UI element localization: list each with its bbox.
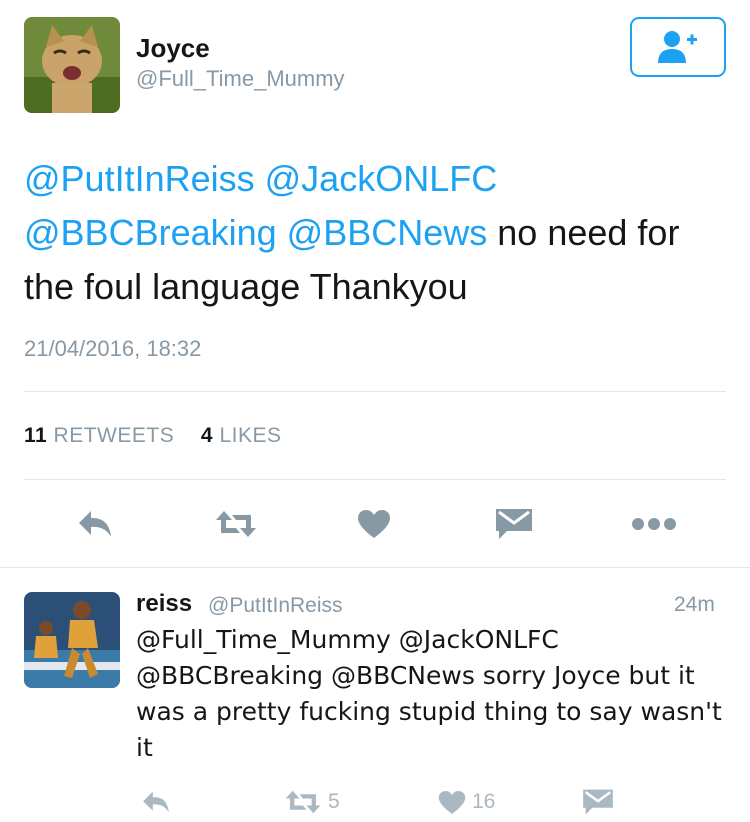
direct-message-icon [583,789,613,815]
like-icon [438,790,466,814]
reply-like-count: 16 [472,790,496,813]
author-avatar[interactable] [24,17,120,113]
reply-direct-message-button[interactable] [578,782,618,822]
direct-message-button[interactable] [492,502,536,546]
more-button[interactable] [626,502,682,546]
likes-count[interactable]: 4 [201,424,213,447]
reply-icon [79,511,111,537]
mention-link[interactable]: @BBCBreaking [24,212,277,253]
retweet-icon [216,511,256,537]
author-handle[interactable]: @Full_Time_Mummy [136,66,345,92]
reply-text: @Full_Time_Mummy @JackONLFC @BBCBreaking… [136,625,722,762]
divider [0,567,750,568]
mention-link[interactable]: @PutItInReiss [24,158,255,199]
retweet-icon [285,790,321,814]
more-icon [632,518,676,530]
divider [24,479,726,480]
reply-time: 24m [674,593,715,616]
author-display-name[interactable]: Joyce [136,33,210,64]
reply-retweet-count: 5 [328,790,340,813]
reply-retweet-button[interactable]: 5 [284,782,364,822]
reply-icon [143,791,169,813]
retweet-button[interactable] [208,502,264,546]
follow-button[interactable] [630,17,726,77]
reply-author-avatar[interactable] [24,592,120,688]
likes-label[interactable]: LIKES [219,424,281,447]
divider [24,391,726,392]
kitten-avatar-image [24,17,120,113]
reply-author-handle[interactable]: @PutItInReiss [208,594,343,618]
retweets-label[interactable]: RETWEETS [54,424,175,447]
reply-reply-button[interactable] [136,782,176,822]
reply-like-button[interactable]: 16 [438,782,518,822]
reply-button[interactable] [70,502,120,546]
add-user-icon [658,31,697,63]
tweet-timestamp: 21/04/2016, 18:32 [24,336,202,361]
direct-message-icon [496,509,532,539]
footballer-avatar-image [24,592,120,688]
mention-link[interactable]: @BBCNews [287,212,488,253]
tweet-text: @PutItInReiss @JackONLFC @BBCBreaking @B… [24,152,724,314]
like-button[interactable] [352,502,396,546]
mention-link[interactable]: @JackONLFC [265,158,498,199]
reply-author-name[interactable]: reiss [136,590,192,618]
like-icon [358,510,390,538]
retweets-count[interactable]: 11 [24,424,47,447]
tweet-stats: 11 RETWEETS 4 LIKES [24,424,281,448]
